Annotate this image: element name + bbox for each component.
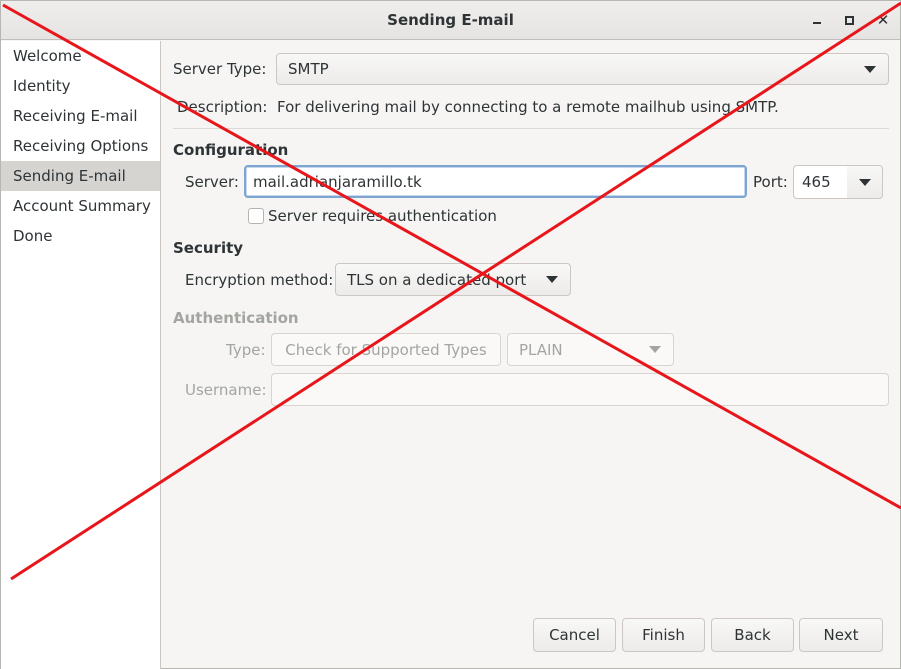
maximize-button[interactable] bbox=[840, 11, 858, 29]
server-input-value: mail.adrianjaramillo.tk bbox=[253, 172, 422, 191]
port-label: Port: bbox=[753, 173, 788, 191]
authentication-heading: Authentication bbox=[173, 309, 299, 327]
username-input[interactable] bbox=[271, 373, 889, 406]
sidebar-item-done[interactable]: Done bbox=[1, 221, 160, 251]
port-dropdown-button[interactable] bbox=[847, 165, 883, 199]
chevron-down-icon bbox=[864, 66, 876, 73]
section-divider bbox=[173, 128, 889, 129]
security-heading: Security bbox=[173, 239, 244, 257]
username-label: Username: bbox=[185, 381, 267, 399]
sidebar-item-welcome[interactable]: Welcome bbox=[1, 41, 160, 71]
configuration-heading: Configuration bbox=[173, 141, 289, 159]
encryption-method-value: TLS on a dedicated port bbox=[347, 270, 527, 289]
sidebar-item-receiving-email[interactable]: Receiving E-mail bbox=[1, 101, 160, 131]
close-button[interactable]: ✕ bbox=[874, 11, 892, 29]
server-label: Server: bbox=[185, 173, 239, 191]
assistant-sidebar: Welcome Identity Receiving E-mail Receiv… bbox=[1, 41, 161, 669]
maximize-icon bbox=[844, 15, 854, 25]
minimize-button[interactable] bbox=[808, 11, 826, 29]
auth-type-label: Type: bbox=[226, 341, 266, 359]
description-text: For delivering mail by connecting to a r… bbox=[277, 98, 779, 116]
encryption-method-dropdown[interactable]: TLS on a dedicated port bbox=[335, 263, 571, 296]
sidebar-item-sending-email[interactable]: Sending E-mail bbox=[1, 161, 160, 191]
minimize-icon bbox=[813, 22, 821, 24]
sidebar-item-identity[interactable]: Identity bbox=[1, 71, 160, 101]
server-type-value: SMTP bbox=[288, 60, 329, 78]
chevron-down-icon bbox=[649, 346, 661, 353]
sidebar-item-account-summary[interactable]: Account Summary bbox=[1, 191, 160, 221]
email-account-assistant-window: Sending E-mail ✕ Welcome Identity Receiv… bbox=[0, 0, 901, 669]
finish-button[interactable]: Finish bbox=[622, 618, 705, 652]
server-requires-auth-checkbox[interactable] bbox=[248, 208, 264, 224]
title-bar: Sending E-mail ✕ bbox=[1, 1, 900, 40]
server-type-dropdown[interactable]: SMTP bbox=[276, 53, 889, 85]
chevron-down-icon bbox=[859, 179, 871, 186]
next-button[interactable]: Next bbox=[799, 618, 883, 652]
sending-email-page: Server Type: SMTP Description: For deliv… bbox=[161, 41, 901, 669]
server-input[interactable]: mail.adrianjaramillo.tk bbox=[244, 165, 747, 198]
encryption-method-label: Encryption method: bbox=[185, 271, 334, 289]
window-title: Sending E-mail bbox=[387, 11, 514, 29]
chevron-down-icon bbox=[546, 276, 558, 283]
back-button[interactable]: Back bbox=[711, 618, 794, 652]
server-type-label: Server Type: bbox=[173, 60, 267, 78]
port-input[interactable]: 465 bbox=[793, 165, 848, 199]
cancel-button[interactable]: Cancel bbox=[533, 618, 616, 652]
port-input-value: 465 bbox=[802, 173, 831, 191]
auth-type-value: PLAIN bbox=[519, 340, 563, 359]
server-requires-auth-label: Server requires authentication bbox=[268, 207, 497, 225]
description-label: Description: bbox=[177, 98, 268, 116]
sidebar-item-receiving-options[interactable]: Receiving Options bbox=[1, 131, 160, 161]
close-icon: ✕ bbox=[876, 10, 890, 29]
auth-type-dropdown[interactable]: PLAIN bbox=[507, 333, 674, 366]
check-supported-types-button[interactable]: Check for Supported Types bbox=[271, 333, 501, 366]
